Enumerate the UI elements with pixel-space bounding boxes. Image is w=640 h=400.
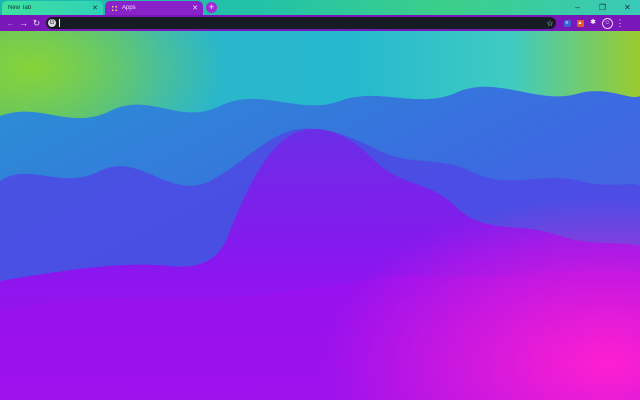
- window-controls: – ❐ ✕: [565, 0, 640, 15]
- extension-orange-icon[interactable]: ▲: [574, 17, 586, 29]
- back-arrow-icon[interactable]: ←: [4, 16, 17, 30]
- address-bar[interactable]: G ☆: [46, 17, 556, 29]
- extensions-puzzle-icon[interactable]: ✱: [587, 17, 599, 29]
- tab-label: New Tab: [8, 5, 32, 11]
- minimize-icon[interactable]: –: [565, 0, 590, 15]
- tab-strip: New Tab ✕ Apps ✕ + – ❐ ✕: [0, 0, 640, 15]
- search-engine-icon: G: [48, 19, 56, 27]
- tab-apps[interactable]: Apps ✕: [105, 1, 203, 15]
- tab-close-icon[interactable]: ✕: [191, 5, 199, 12]
- close-window-icon[interactable]: ✕: [615, 0, 640, 15]
- extensions-area: ≡ ▲ ✱ ☺ ⋮: [561, 17, 625, 29]
- reload-icon[interactable]: ↻: [30, 16, 43, 30]
- extension-blue-icon[interactable]: ≡: [561, 17, 573, 29]
- restore-icon[interactable]: ❐: [590, 0, 615, 15]
- wallpaper-terrain: [0, 31, 640, 400]
- address-input[interactable]: [60, 18, 544, 28]
- forward-arrow-icon[interactable]: →: [17, 16, 30, 30]
- tab-close-icon[interactable]: ✕: [91, 5, 99, 12]
- apps-grid-icon: [111, 4, 118, 12]
- bookmark-star-icon[interactable]: ☆: [544, 19, 556, 28]
- kebab-menu-icon[interactable]: ⋮: [615, 18, 625, 29]
- browser-toolbar: ← → ↻ G ☆ ≡ ▲ ✱ ☺ ⋮: [0, 15, 640, 31]
- tab-label: Apps: [122, 5, 136, 11]
- tab-new-tab[interactable]: New Tab ✕: [2, 1, 103, 15]
- new-tab-button[interactable]: +: [206, 2, 217, 13]
- profile-avatar-icon[interactable]: ☺: [602, 17, 613, 29]
- new-tab-wallpaper: [0, 31, 640, 400]
